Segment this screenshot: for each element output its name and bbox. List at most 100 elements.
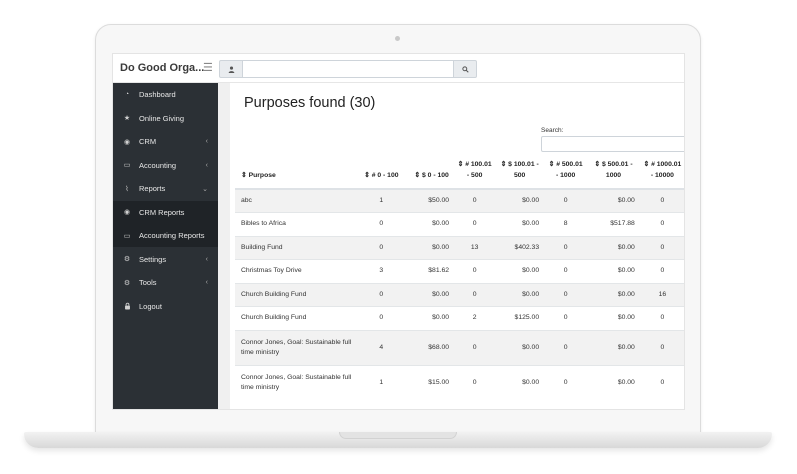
table-search-input[interactable] bbox=[541, 136, 684, 152]
table-cell: $0.00 bbox=[494, 259, 546, 283]
sort-icon: ⇕ bbox=[643, 161, 650, 168]
sidebar-item-label: Settings bbox=[139, 254, 167, 264]
search-icon bbox=[461, 65, 469, 73]
column-header-count-0-100[interactable]: ⇕ # 0 - 100 bbox=[354, 157, 409, 190]
user-search-button[interactable] bbox=[219, 60, 243, 78]
user-circle-icon: ◉ bbox=[123, 138, 131, 146]
table-cell: 3 bbox=[354, 259, 409, 283]
sidebar-item-settings[interactable]: ⚙ Settings ‹ bbox=[113, 248, 218, 271]
table-cell: 0 bbox=[455, 212, 495, 236]
table-cell: 0 bbox=[354, 235, 409, 260]
chevron-left-icon: ‹ bbox=[205, 161, 208, 169]
column-header-amount-0-100[interactable]: ⇕ $ 0 - 100 bbox=[408, 157, 456, 190]
sidebar-item-online-giving[interactable]: ★ Online Giving bbox=[113, 107, 218, 130]
sort-icon: ⇕ bbox=[548, 161, 555, 168]
chevron-down-icon: ⌄ bbox=[202, 185, 208, 193]
sidebar-item-logout[interactable]: Logout bbox=[113, 295, 218, 318]
table-cell: 8 bbox=[545, 212, 587, 236]
credit-card-icon: ▭ bbox=[123, 162, 131, 169]
sidebar-item-accounting[interactable]: ▭ Accounting ‹ bbox=[113, 154, 218, 177]
app-screen: Do Good Orga... ☰ ◔ Dashboard ★ Online G… bbox=[112, 53, 685, 410]
sidebar-item-label: Online Giving bbox=[139, 113, 185, 123]
table-cell: $0.00 bbox=[586, 188, 641, 213]
column-header-count-1000-10000[interactable]: ⇕ # 1000.01 - 10000 bbox=[640, 157, 684, 190]
column-header-count-100-500[interactable]: ⇕ # 100.01 - 500 bbox=[455, 157, 495, 190]
sidebar: ◔ Dashboard ★ Online Giving ◉ CRM ‹ ▭ Ac… bbox=[113, 83, 218, 409]
sidebar-item-accounting-reports[interactable]: ▭ Accounting Reports bbox=[113, 224, 218, 247]
page-title: Purposes found (30) bbox=[244, 95, 376, 111]
laptop-notch bbox=[339, 432, 457, 439]
sidebar-item-crm[interactable]: ◉ CRM ‹ bbox=[113, 130, 218, 153]
table-cell: $0.00 bbox=[494, 364, 546, 400]
table-cell: 0 bbox=[640, 188, 684, 213]
content-gutter bbox=[218, 83, 230, 409]
table-cell: $0.00 bbox=[494, 188, 546, 213]
table-cell: 0 bbox=[455, 282, 495, 307]
sidebar-item-label: Logout bbox=[139, 301, 162, 311]
hamburger-menu-icon[interactable]: ☰ bbox=[203, 61, 213, 74]
table-cell: $0.00 bbox=[586, 259, 641, 283]
table-cell: Connor Jones, Goal: Sustainable full tim… bbox=[235, 364, 355, 400]
lock-icon bbox=[122, 302, 132, 310]
global-search-input[interactable] bbox=[243, 60, 453, 78]
credit-card-icon: ▭ bbox=[123, 232, 131, 240]
table-cell: $517.88 bbox=[586, 212, 641, 236]
column-header-count-500-1000[interactable]: ⇕ # 500.01 - 1000 bbox=[545, 157, 587, 190]
sidebar-item-label: CRM bbox=[139, 137, 157, 146]
table-cell: Church Building Fund bbox=[235, 306, 355, 330]
cogs-icon: ⚙ bbox=[123, 256, 131, 263]
table-cell: Christmas Toy Drive bbox=[235, 259, 355, 283]
table-row: Christmas Toy Drive 3 $81.62 0 $0.00 0 $… bbox=[235, 259, 684, 283]
sidebar-item-reports[interactable]: ⌇ Reports ⌄ bbox=[113, 177, 218, 200]
table-cell: 0 bbox=[640, 329, 684, 365]
table-cell: $0.00 bbox=[494, 282, 546, 307]
table-cell: 0 bbox=[354, 282, 409, 307]
sidebar-item-label: Accounting Reports bbox=[139, 231, 205, 240]
table-cell: $0.00 bbox=[586, 306, 641, 330]
table-row: Connor Jones, Goal: Sustainable full tim… bbox=[235, 329, 684, 365]
table-header-row: ⇕ Purpose ⇕ # 0 - 100 ⇕ $ 0 - 100 ⇕ # 10… bbox=[235, 157, 684, 190]
sidebar-item-crm-reports[interactable]: ◉ CRM Reports bbox=[113, 200, 218, 224]
chevron-left-icon: ‹ bbox=[205, 255, 208, 263]
sort-icon: ⇕ bbox=[457, 161, 464, 168]
table-cell: 0 bbox=[545, 306, 587, 330]
table-cell: 13 bbox=[455, 235, 495, 260]
table-row: Connor Jones, Goal: Sustainable full tim… bbox=[235, 364, 684, 400]
table-cell: 0 bbox=[545, 282, 587, 307]
column-header-purpose[interactable]: ⇕ Purpose bbox=[235, 157, 355, 190]
sort-icon: ⇕ bbox=[500, 161, 507, 168]
table-cell: 0 bbox=[640, 364, 684, 400]
sidebar-item-dashboard[interactable]: ◔ Dashboard bbox=[113, 83, 218, 106]
table-cell: 1 bbox=[354, 364, 409, 400]
table-cell: 0 bbox=[455, 364, 495, 400]
table-cell: 0 bbox=[545, 364, 587, 400]
user-circle-icon: ◉ bbox=[123, 209, 131, 216]
table-cell: $68.00 bbox=[408, 329, 456, 365]
table-cell: 2 bbox=[455, 306, 495, 330]
brand-title[interactable]: Do Good Orga... bbox=[120, 62, 204, 74]
sort-icon: ⇕ bbox=[594, 161, 601, 168]
table-cell: 4 bbox=[354, 329, 409, 365]
column-header-amount-500-1000[interactable]: ⇕ $ 500.01 - 1000 bbox=[586, 157, 641, 190]
sort-icon: ⇕ bbox=[241, 172, 247, 179]
table-row: Church Building Fund 0 $0.00 2 $125.00 0… bbox=[235, 306, 684, 330]
sidebar-item-label: CRM Reports bbox=[139, 207, 185, 217]
column-header-amount-100-500[interactable]: ⇕ $ 100.01 - 500 bbox=[494, 157, 546, 190]
table-cell: 0 bbox=[545, 188, 587, 213]
table-cell: $50.00 bbox=[408, 188, 456, 213]
global-search-button[interactable] bbox=[453, 60, 477, 78]
table-cell: $0.00 bbox=[408, 282, 456, 307]
sidebar-item-label: Reports bbox=[139, 184, 166, 193]
table-cell: 0 bbox=[354, 212, 409, 236]
table-cell: 0 bbox=[354, 306, 409, 330]
dashboard-icon: ◔ bbox=[124, 91, 130, 98]
table-cell: Connor Jones, Goal: Sustainable full tim… bbox=[235, 329, 355, 365]
table-cell: $0.00 bbox=[586, 282, 641, 307]
sidebar-item-tools[interactable]: ⚙ Tools ‹ bbox=[113, 271, 218, 294]
table-cell: 0 bbox=[545, 259, 587, 283]
table-row: Church Building Fund 0 $0.00 0 $0.00 0 $… bbox=[235, 282, 684, 307]
table-cell: 0 bbox=[640, 212, 684, 236]
star-icon: ★ bbox=[123, 115, 131, 122]
table-cell: 16 bbox=[640, 282, 684, 307]
table-cell: $0.00 bbox=[586, 235, 641, 260]
